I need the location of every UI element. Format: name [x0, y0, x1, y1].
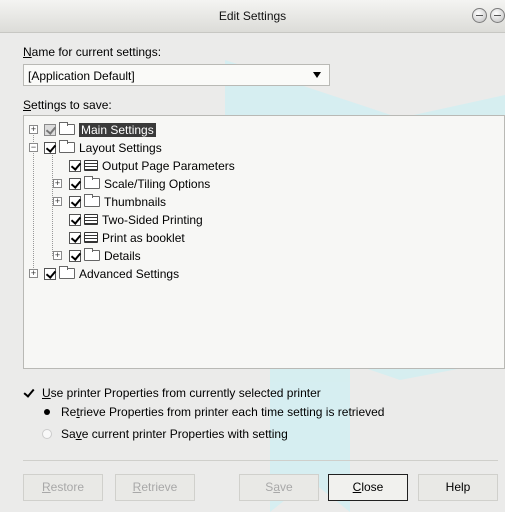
- tree-item-thumbnails[interactable]: Thumbnails: [69, 193, 166, 210]
- minimize-button[interactable]: [472, 8, 487, 23]
- scale-tiling-checkbox[interactable]: [69, 177, 81, 190]
- tree-item-advanced-settings[interactable]: Advanced Settings: [44, 265, 179, 282]
- radio-unselected-icon: [42, 429, 52, 439]
- folder-icon: [84, 176, 100, 189]
- tree-item-two-sided[interactable]: Two-Sided Printing: [69, 211, 203, 228]
- chevron-down-icon[interactable]: [313, 72, 321, 78]
- name-label: Name for current settings:: [23, 45, 162, 59]
- tree-item-scale-tiling[interactable]: Scale/Tiling Options: [69, 175, 210, 192]
- close-window-button[interactable]: [490, 8, 505, 23]
- tree-item-output-page-parameters[interactable]: Output Page Parameters: [69, 157, 235, 174]
- collapse-layout-settings[interactable]: −: [29, 143, 38, 152]
- title-bar: Edit Settings: [0, 0, 505, 33]
- radio-selected-icon: [42, 407, 52, 417]
- expand-main-settings[interactable]: +: [29, 125, 38, 134]
- retrieve-properties-radio[interactable]: Retrieve Properties from printer each ti…: [42, 405, 384, 419]
- tree-item-details[interactable]: Details: [69, 247, 141, 264]
- expand-thumbnails[interactable]: +: [53, 197, 62, 206]
- expand-scale-tiling[interactable]: +: [53, 179, 62, 188]
- printer-icon: [84, 232, 98, 243]
- printer-icon: [84, 160, 98, 171]
- booklet-label: Print as booklet: [102, 230, 185, 245]
- expand-advanced-settings[interactable]: +: [29, 269, 38, 278]
- details-checkbox[interactable]: [69, 249, 81, 262]
- advanced-settings-checkbox[interactable]: [44, 267, 56, 280]
- two-sided-checkbox[interactable]: [69, 213, 81, 226]
- close-button[interactable]: Close: [328, 474, 408, 501]
- help-button[interactable]: Help: [418, 474, 498, 501]
- tree-item-booklet[interactable]: Print as booklet: [69, 229, 185, 246]
- output-page-parameters-label: Output Page Parameters: [102, 158, 235, 173]
- checkmark-icon: [24, 388, 34, 398]
- window-title: Edit Settings: [218, 9, 287, 23]
- main-settings-label: Main Settings: [79, 122, 156, 137]
- two-sided-label: Two-Sided Printing: [102, 212, 203, 227]
- settings-tree[interactable]: + Main Settings − Layout Settings Output…: [23, 115, 505, 369]
- layout-settings-label: Layout Settings: [79, 140, 162, 155]
- retrieve-button[interactable]: Retrieve: [115, 474, 195, 501]
- settings-to-save-label: Settings to save:: [23, 98, 112, 112]
- settings-name-dropdown[interactable]: [Application Default]: [23, 64, 330, 86]
- restore-button[interactable]: Restore: [23, 474, 103, 501]
- folder-icon: [59, 266, 75, 279]
- expand-details[interactable]: +: [53, 251, 62, 260]
- advanced-settings-label: Advanced Settings: [79, 266, 180, 281]
- settings-name-value: [Application Default]: [28, 69, 135, 83]
- scale-tiling-label: Scale/Tiling Options: [104, 176, 211, 191]
- main-settings-checkbox[interactable]: [44, 123, 56, 136]
- layout-settings-checkbox[interactable]: [44, 141, 56, 154]
- save-button[interactable]: Save: [239, 474, 319, 501]
- thumbnails-label: Thumbnails: [104, 194, 167, 209]
- use-printer-properties-checkbox[interactable]: Use printer Properties from currently se…: [24, 386, 321, 400]
- thumbnails-checkbox[interactable]: [69, 195, 81, 208]
- folder-icon: [84, 194, 100, 207]
- booklet-checkbox[interactable]: [69, 231, 81, 244]
- save-properties-label: Save current printer Properties with set…: [61, 427, 288, 441]
- printer-icon: [84, 214, 98, 225]
- retrieve-properties-label: Retrieve Properties from printer each ti…: [61, 405, 385, 419]
- folder-icon: [59, 122, 75, 135]
- folder-icon: [84, 248, 100, 261]
- output-page-parameters-checkbox[interactable]: [69, 159, 81, 172]
- open-folder-icon: [59, 140, 75, 153]
- details-label: Details: [104, 248, 141, 263]
- tree-item-main-settings[interactable]: Main Settings: [44, 121, 156, 138]
- save-properties-radio[interactable]: Save current printer Properties with set…: [42, 427, 288, 441]
- use-printer-properties-label: Use printer Properties from currently se…: [42, 386, 321, 400]
- tree-item-layout-settings[interactable]: Layout Settings: [44, 139, 162, 156]
- divider: [23, 460, 498, 461]
